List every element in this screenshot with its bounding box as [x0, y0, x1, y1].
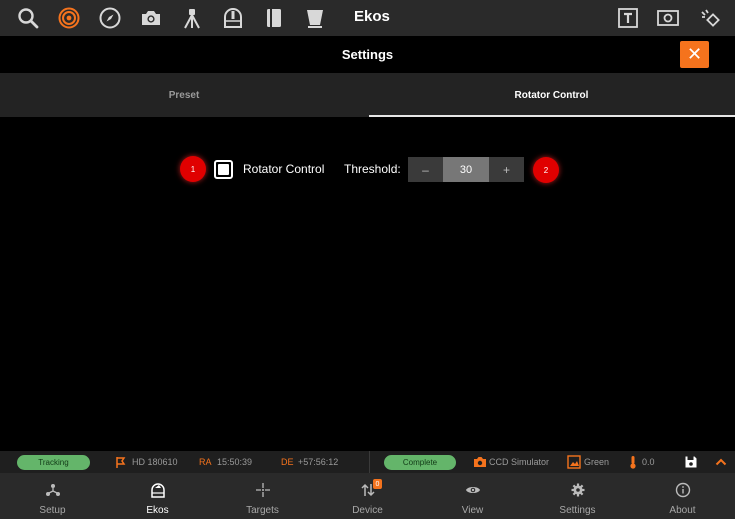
save-icon[interactable]	[684, 455, 698, 469]
nav-about-label: About	[669, 505, 696, 516]
de-value: +57:56:12	[298, 457, 339, 467]
threshold-increment-button[interactable]: +	[489, 157, 524, 182]
status-divider	[369, 451, 370, 473]
de-label: DE	[281, 457, 294, 467]
step-badge-2: 2	[533, 157, 559, 183]
checkbox-check-mark	[218, 164, 229, 175]
nav-view[interactable]: View	[420, 473, 525, 519]
step-badge-1: 1	[180, 156, 206, 182]
notebook-icon[interactable]	[260, 4, 288, 32]
nav-settings-label: Settings	[559, 505, 596, 516]
view-icon	[465, 487, 480, 493]
close-button[interactable]: ✕	[680, 41, 709, 68]
ekos-icon	[150, 483, 165, 498]
rotator-control-checkbox[interactable]	[214, 160, 233, 179]
nav-device[interactable]: 0 Device	[315, 473, 420, 519]
chevron-up-icon[interactable]	[714, 455, 728, 469]
camera-name: CCD Simulator	[489, 457, 550, 467]
settings-tabs: Preset Rotator Control	[0, 73, 735, 117]
app-title: Ekos	[354, 8, 390, 25]
nav-targets[interactable]: Targets	[210, 473, 315, 519]
dither-icon[interactable]	[696, 4, 724, 32]
about-icon	[675, 482, 690, 498]
tracking-status-badge: Tracking	[17, 455, 90, 470]
targets-icon	[255, 483, 270, 497]
camera-icon[interactable]	[137, 4, 165, 32]
settings-header: Settings	[0, 36, 735, 73]
device-count-badge: 0	[373, 479, 382, 489]
text-frame-icon[interactable]	[614, 4, 642, 32]
threshold-decrement-button[interactable]: –	[408, 157, 443, 182]
observatory-dome-icon[interactable]	[219, 4, 247, 32]
tracking-status-text: Tracking	[38, 458, 69, 467]
camera-status-icon	[474, 457, 486, 467]
close-icon: ✕	[686, 44, 703, 64]
settings-icon	[571, 483, 584, 497]
nav-ekos-label: Ekos	[146, 505, 169, 516]
telescope-mount-icon[interactable]	[178, 4, 206, 32]
nav-targets-label: Targets	[246, 505, 279, 516]
nav-settings[interactable]: Settings	[525, 473, 630, 519]
settings-title: Settings	[341, 47, 394, 62]
temperature-value: 0.0	[642, 457, 655, 467]
setup-icon	[45, 484, 60, 496]
filter-name: Green	[584, 457, 610, 467]
capture-status-text: Complete	[402, 458, 438, 467]
ra-label: RA	[199, 457, 212, 467]
nav-setup-label: Setup	[39, 505, 66, 516]
nav-device-label: Device	[352, 505, 383, 516]
nav-ekos[interactable]: Ekos	[105, 473, 210, 519]
image-frame-icon[interactable]	[654, 4, 682, 32]
ra-value: 15:50:39	[217, 457, 253, 467]
top-toolbar: Ekos	[0, 0, 735, 36]
filter-image-icon	[567, 455, 581, 469]
nav-setup[interactable]: Setup	[0, 473, 105, 519]
rotator-control-label: Rotator Control	[243, 162, 325, 176]
compass-icon[interactable]	[96, 4, 124, 32]
threshold-value[interactable]: 30	[443, 157, 489, 182]
active-tab-indicator	[369, 115, 735, 117]
nav-about[interactable]: About	[630, 473, 735, 519]
tab-rotator-control[interactable]: Rotator Control	[368, 73, 735, 117]
search-icon[interactable]	[14, 4, 42, 32]
flat-panel-icon[interactable]	[301, 4, 329, 32]
target-icon[interactable]	[55, 4, 83, 32]
thermometer-icon	[630, 456, 636, 469]
threshold-label: Threshold:	[344, 162, 401, 176]
nav-view-label: View	[461, 505, 484, 516]
capture-status-badge: Complete	[384, 455, 456, 470]
target-name: HD 180610	[132, 457, 178, 467]
target-flag-icon	[116, 457, 126, 468]
status-bar	[0, 451, 735, 473]
tab-preset[interactable]: Preset	[0, 73, 368, 117]
